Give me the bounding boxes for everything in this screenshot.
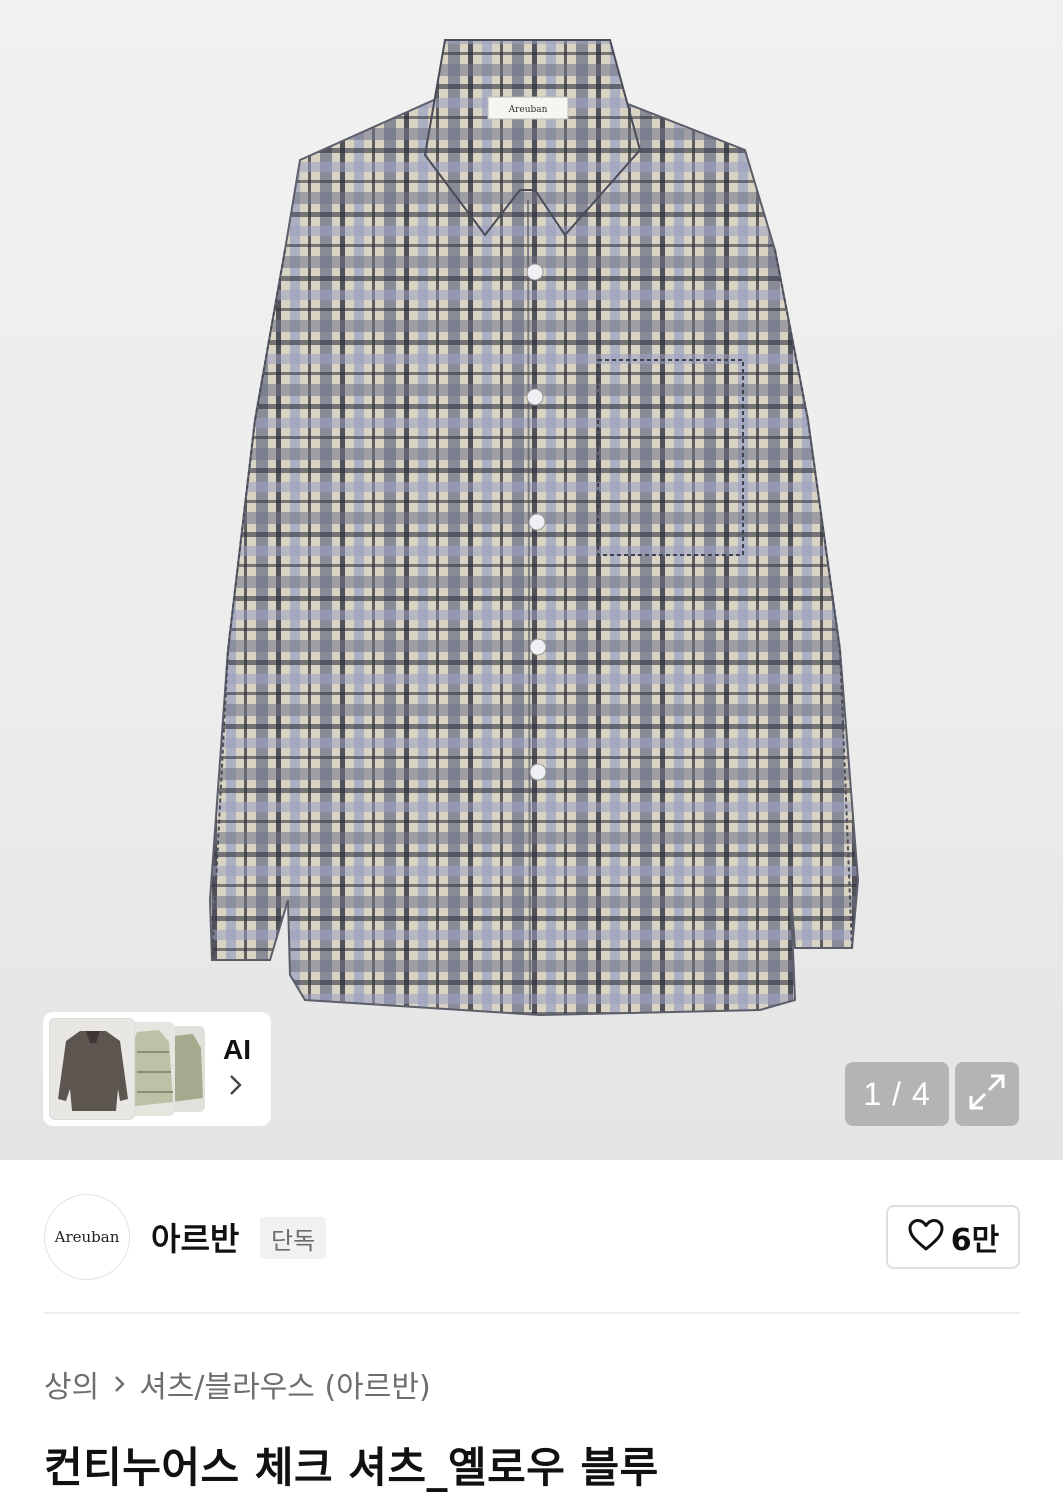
expand-image-button[interactable] <box>955 1062 1019 1126</box>
like-count: 6만 <box>950 1223 1000 1258</box>
like-button[interactable]: 6만 <box>886 1205 1020 1269</box>
expand-icon <box>967 1072 1007 1116</box>
breadcrumb: 상의 셔츠/블라우스 (아르반) <box>44 1362 431 1406</box>
similar-items-ai-card[interactable]: AI <box>43 1012 271 1126</box>
brand-logo[interactable]: Areuban <box>44 1194 130 1280</box>
product-image-gallery[interactable]: Areuban AI 1 / 4 <box>0 0 1063 1160</box>
breadcrumb-item-subcategory[interactable]: 셔츠/블라우스 (아르반) <box>139 1362 430 1406</box>
exclusive-badge: 단독 <box>260 1217 327 1259</box>
section-divider <box>44 1312 1020 1314</box>
product-shirt-image[interactable]: Areuban <box>0 0 1063 1160</box>
ai-recommendation-label: AI <box>223 1034 251 1065</box>
image-page-counter: 1 / 4 <box>845 1062 949 1126</box>
svg-text:Areuban: Areuban <box>508 105 548 115</box>
brand-name-link[interactable]: 아르반 <box>151 1214 239 1260</box>
breadcrumb-item-category[interactable]: 상의 <box>44 1362 99 1406</box>
thumbnail-image-1[interactable] <box>49 1018 135 1120</box>
heart-icon <box>907 1218 945 1256</box>
chevron-right-icon[interactable] <box>229 1074 243 1100</box>
brand-logo-text: Areuban <box>54 1228 120 1246</box>
chevron-right-icon <box>113 1373 127 1395</box>
product-title: 컨티누어스 체크 셔츠_옐로우 블루 <box>44 1443 659 1492</box>
thumbnail-image-2[interactable] <box>129 1022 175 1116</box>
